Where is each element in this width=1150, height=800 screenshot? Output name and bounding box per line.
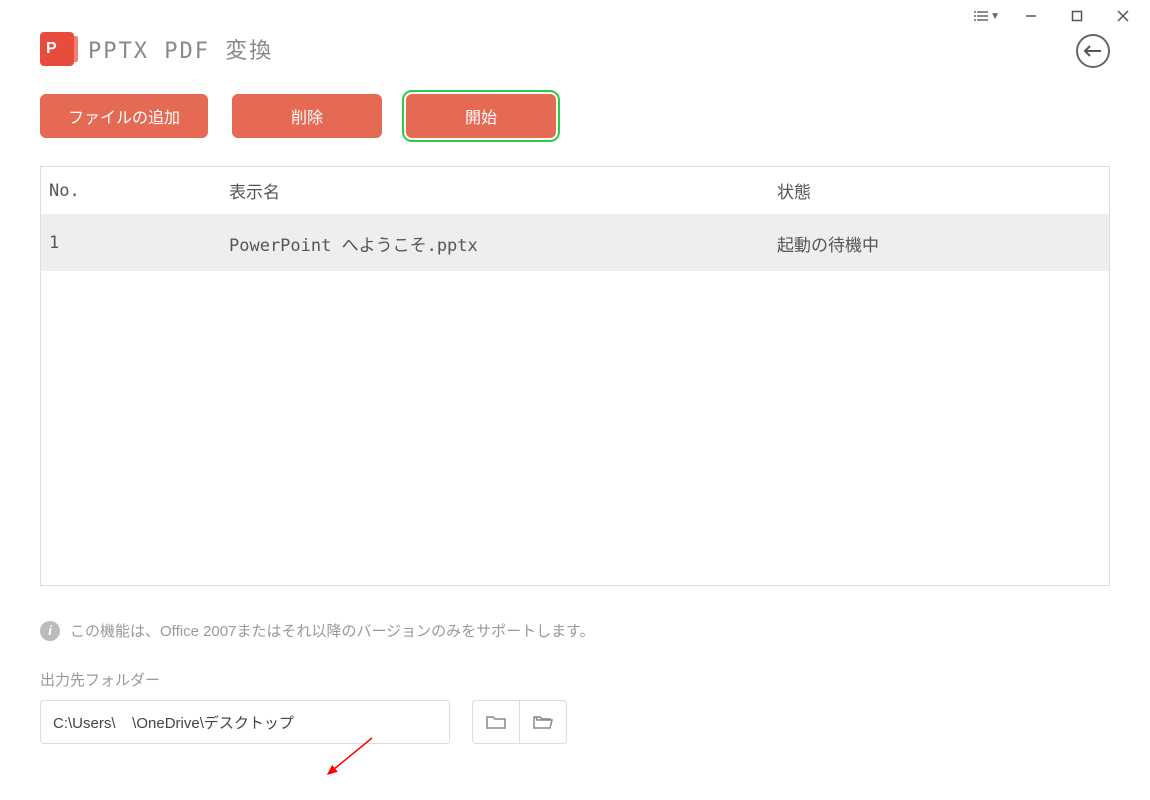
output-row bbox=[40, 700, 1110, 744]
output-path-input[interactable] bbox=[40, 700, 450, 744]
cell-name: PowerPoint へようこそ.pptx bbox=[221, 215, 769, 271]
browse-folder-button[interactable] bbox=[472, 700, 520, 744]
column-name: 表示名 bbox=[221, 167, 769, 214]
table-header: No. 表示名 状態 bbox=[41, 167, 1109, 215]
cell-no: 1 bbox=[41, 215, 221, 271]
back-button[interactable] bbox=[1076, 34, 1110, 68]
maximize-button[interactable] bbox=[1054, 0, 1100, 32]
page-title: PPTX PDF 変換 bbox=[88, 33, 273, 65]
folder-open-icon bbox=[533, 714, 553, 730]
hint-text: この機能は、Office 2007またはそれ以降のバージョンのみをサポートします… bbox=[70, 620, 595, 641]
table-row[interactable]: 1 PowerPoint へようこそ.pptx 起動の待機中 bbox=[41, 215, 1109, 271]
add-file-button[interactable]: ファイルの追加 bbox=[40, 94, 208, 138]
minimize-button[interactable] bbox=[1008, 0, 1054, 32]
powerpoint-icon bbox=[40, 32, 74, 66]
titlebar: ▼ bbox=[0, 0, 1150, 32]
action-toolbar: ファイルの追加 削除 開始 bbox=[40, 94, 1110, 138]
cell-status: 起動の待機中 bbox=[769, 215, 1109, 271]
output-folder-label: 出力先フォルダー bbox=[40, 669, 1110, 690]
list-icon bbox=[974, 10, 988, 22]
header: PPTX PDF 変換 bbox=[40, 32, 1110, 66]
file-table: No. 表示名 状態 1 PowerPoint へようこそ.pptx 起動の待機… bbox=[40, 166, 1110, 586]
arrow-left-icon bbox=[1083, 44, 1103, 58]
info-icon: i bbox=[40, 621, 60, 641]
column-status: 状態 bbox=[769, 167, 1109, 214]
hint-row: i この機能は、Office 2007またはそれ以降のバージョンのみをサポートし… bbox=[40, 620, 1110, 641]
open-folder-button[interactable] bbox=[519, 700, 567, 744]
close-button[interactable] bbox=[1100, 0, 1146, 32]
titlebar-menu-dropdown[interactable]: ▼ bbox=[974, 10, 1000, 22]
column-no: No. bbox=[41, 167, 221, 214]
folder-icon bbox=[486, 714, 506, 730]
start-button[interactable]: 開始 bbox=[406, 94, 556, 138]
delete-button[interactable]: 削除 bbox=[232, 94, 382, 138]
